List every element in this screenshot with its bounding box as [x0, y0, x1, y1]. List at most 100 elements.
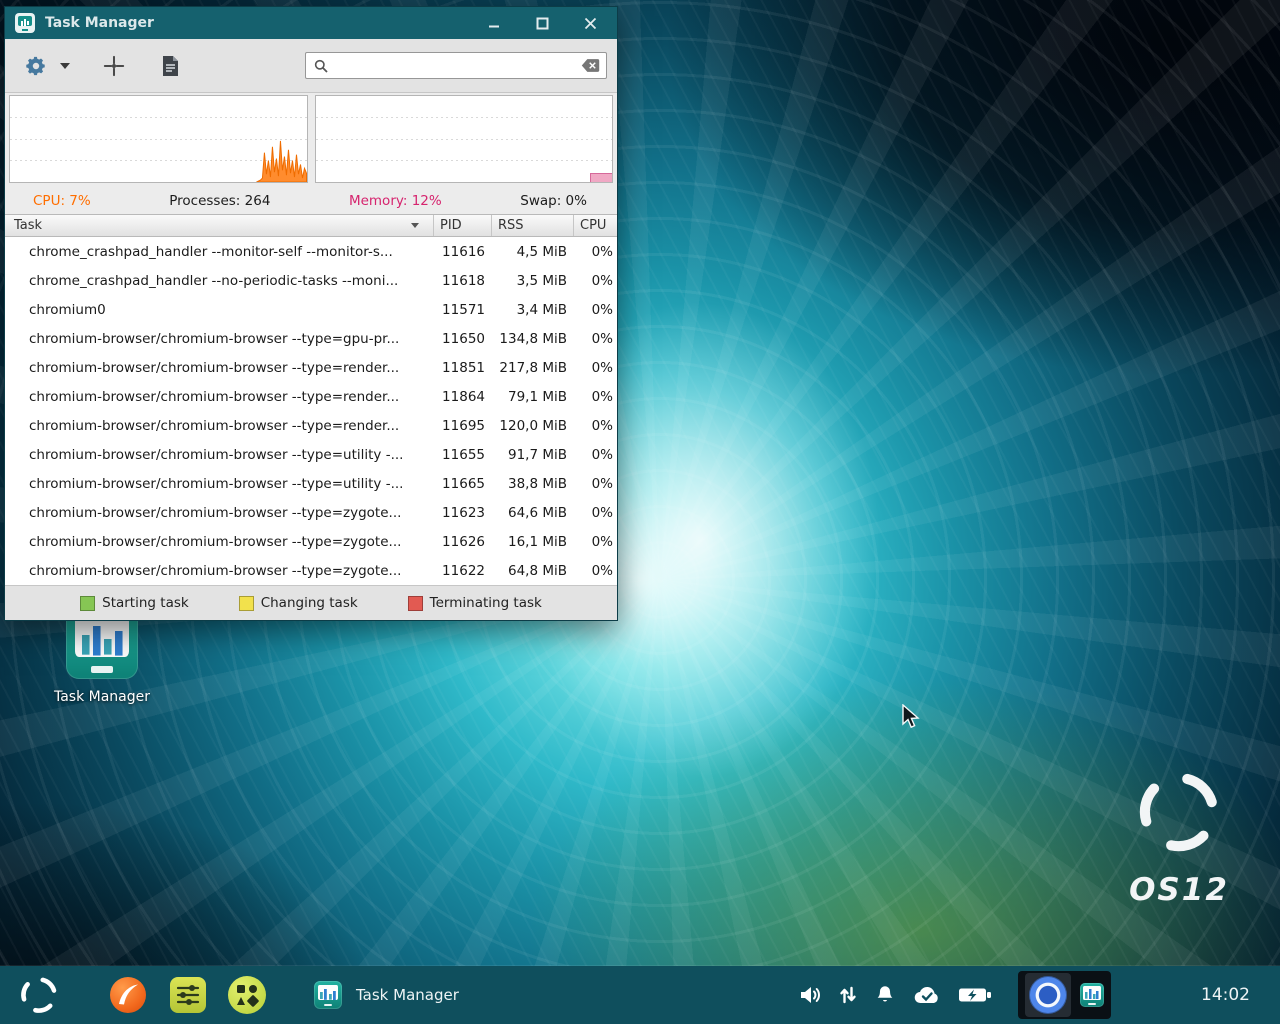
os-logo-text: OS12	[1108, 872, 1250, 908]
cell-task: chromium-browser/chromium-browser --type…	[5, 360, 433, 376]
cell-rss: 38,8 MiB	[491, 476, 573, 492]
os-watermark: OS12	[1108, 766, 1250, 908]
cell-cpu: 0%	[573, 360, 617, 376]
table-row[interactable]: chromium0115713,4 MiB0%	[5, 295, 617, 324]
pick-process-button[interactable]	[97, 49, 131, 83]
cell-rss: 91,7 MiB	[491, 447, 573, 463]
cell-cpu: 0%	[573, 244, 617, 260]
cell-rss: 3,5 MiB	[491, 273, 573, 289]
cell-task: chromium-browser/chromium-browser --type…	[5, 563, 433, 579]
cell-task: chromium-browser/chromium-browser --type…	[5, 331, 433, 347]
legend-color-swatch	[408, 596, 423, 611]
table-row[interactable]: chrome_crashpad_handler --monitor-self -…	[5, 237, 617, 266]
cell-pid: 11622	[433, 563, 491, 579]
launcher-widgets-app[interactable]	[228, 976, 266, 1014]
chromium-tray-button[interactable]	[1025, 973, 1071, 1017]
cell-rss: 4,5 MiB	[491, 244, 573, 260]
table-row[interactable]: chromium-browser/chromium-browser --type…	[5, 556, 617, 585]
legend-color-swatch	[80, 596, 95, 611]
legend-item: Terminating task	[408, 595, 542, 611]
legend-bar: Starting task Changing task Terminating ta…	[5, 585, 617, 620]
window-titlebar[interactable]: Task Manager	[5, 7, 617, 39]
window-icon-stand	[22, 29, 28, 31]
taskbar: Task Manager	[0, 966, 1280, 1024]
column-header-pid[interactable]: PID	[433, 215, 491, 236]
memory-history-graph	[315, 95, 614, 183]
table-header: Task PID RSS CPU	[5, 214, 617, 237]
system-tray	[798, 971, 1111, 1019]
settings-gear-icon	[25, 55, 47, 77]
table-row[interactable]: chromium-browser/chromium-browser --type…	[5, 498, 617, 527]
legend-item: Changing task	[239, 595, 358, 611]
battery-charging-icon[interactable]	[958, 984, 992, 1006]
os-menu-button[interactable]	[16, 972, 62, 1018]
close-icon	[584, 17, 597, 30]
notifications-bell-icon[interactable]	[874, 984, 896, 1006]
window-title: Task Manager	[45, 15, 154, 31]
mixer-app-icon	[174, 981, 202, 1009]
cell-task: chromium-browser/chromium-browser --type…	[5, 534, 433, 550]
monitor-screen-glyph	[1083, 986, 1101, 999]
stat-swap: Swap: 0%	[520, 193, 587, 209]
monitor-screen-glyph	[318, 985, 339, 1001]
cell-rss: 64,8 MiB	[491, 563, 573, 579]
stat-cpu: CPU: 7%	[33, 193, 91, 209]
cell-pid: 11655	[433, 447, 491, 463]
table-row[interactable]: chromium-browser/chromium-browser --type…	[5, 527, 617, 556]
launcher-mixer-app[interactable]	[170, 977, 206, 1013]
cell-cpu: 0%	[573, 418, 617, 434]
memory-usage-series	[590, 173, 612, 182]
legend-item: Starting task	[80, 595, 189, 611]
maximize-button[interactable]	[525, 8, 559, 38]
legend-label: Starting task	[102, 595, 189, 611]
window-button-label: Task Manager	[356, 986, 459, 1004]
close-button[interactable]	[573, 8, 607, 38]
table-row[interactable]: chrome_crashpad_handler --no-periodic-ta…	[5, 266, 617, 295]
volume-icon[interactable]	[798, 983, 822, 1007]
cell-rss: 64,6 MiB	[491, 505, 573, 521]
os-logo-icon	[18, 974, 60, 1016]
table-row[interactable]: chromium-browser/chromium-browser --type…	[5, 411, 617, 440]
network-traffic-icon[interactable]	[838, 984, 858, 1006]
table-row[interactable]: chromium-browser/chromium-browser --type…	[5, 382, 617, 411]
cell-task: chrome_crashpad_handler --no-periodic-ta…	[5, 273, 433, 289]
cell-cpu: 0%	[573, 273, 617, 289]
monitor-screen-glyph	[75, 616, 128, 656]
cell-task: chrome_crashpad_handler --monitor-self -…	[5, 244, 433, 260]
column-header-cpu[interactable]: CPU	[573, 215, 617, 236]
column-header-task[interactable]: Task	[5, 215, 433, 236]
cloud-sync-icon[interactable]	[912, 984, 942, 1006]
desktop: OS12 Task Manager Task Manager	[0, 0, 1280, 1024]
os-logo-icon	[1123, 756, 1235, 868]
cell-task: chromium-browser/chromium-browser --type…	[5, 418, 433, 434]
window-controls	[477, 8, 607, 38]
history-graphs	[5, 93, 617, 187]
settings-dropdown-button[interactable]	[55, 49, 75, 83]
desktop-icon-task-manager[interactable]: Task Manager	[50, 607, 154, 705]
cell-cpu: 0%	[573, 505, 617, 521]
desktop-icon-label: Task Manager	[50, 689, 154, 705]
clear-backspace-icon[interactable]	[581, 58, 600, 73]
column-header-rss[interactable]: RSS	[491, 215, 573, 236]
cell-cpu: 0%	[573, 476, 617, 492]
table-row[interactable]: chromium-browser/chromium-browser --type…	[5, 469, 617, 498]
cell-pid: 11650	[433, 331, 491, 347]
cell-rss: 79,1 MiB	[491, 389, 573, 405]
minimize-button[interactable]	[477, 8, 511, 38]
launcher-orange-app[interactable]	[110, 977, 146, 1013]
table-row[interactable]: chromium-browser/chromium-browser --type…	[5, 353, 617, 382]
task-manager-tray-icon[interactable]	[1080, 983, 1104, 1007]
log-button[interactable]	[153, 49, 187, 83]
cell-cpu: 0%	[573, 447, 617, 463]
table-row[interactable]: chromium-browser/chromium-browser --type…	[5, 440, 617, 469]
taskbar-window-button-task-manager[interactable]: Task Manager	[306, 971, 467, 1019]
settings-button[interactable]	[21, 49, 51, 83]
search-input[interactable]	[335, 58, 581, 73]
log-file-icon	[161, 55, 180, 77]
legend-label: Terminating task	[430, 595, 542, 611]
dropdown-caret-icon	[60, 63, 70, 69]
orange-app-icon	[110, 977, 146, 1013]
table-row[interactable]: chromium-browser/chromium-browser --type…	[5, 324, 617, 353]
cell-task: chromium-browser/chromium-browser --type…	[5, 505, 433, 521]
chromium-icon	[1029, 976, 1067, 1014]
